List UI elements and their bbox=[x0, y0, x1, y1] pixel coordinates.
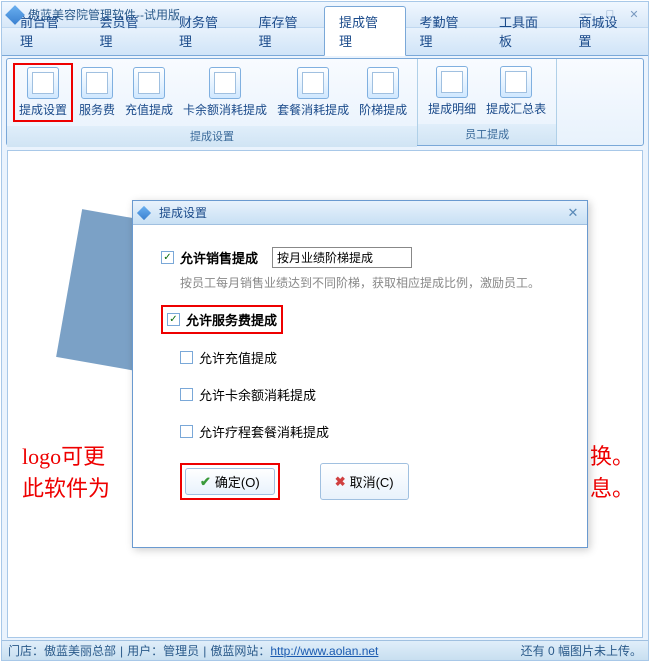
ribbon-icon bbox=[297, 67, 329, 99]
check-icon: ✔ bbox=[200, 474, 211, 490]
checkbox-opt-2[interactable] bbox=[180, 351, 193, 364]
ribbon-icon bbox=[367, 67, 399, 99]
ribbon-icon bbox=[133, 67, 165, 99]
ribbon-item-0-2[interactable]: 充值提成 bbox=[121, 63, 177, 122]
ribbon-icon bbox=[436, 66, 468, 98]
ribbon-label: 提成设置 bbox=[19, 101, 67, 118]
cancel-icon: ✖ bbox=[335, 474, 346, 490]
ribbon-icon bbox=[81, 67, 113, 99]
ribbon-icon bbox=[500, 66, 532, 98]
dialog-icon bbox=[137, 205, 151, 219]
status-user: 管理员 bbox=[163, 642, 199, 659]
ribbon-group-title: 员工提成 bbox=[418, 124, 556, 145]
tab-2[interactable]: 财务管理 bbox=[165, 7, 245, 55]
ribbon-label: 提成汇总表 bbox=[486, 100, 546, 117]
ribbon-icon bbox=[27, 67, 59, 99]
ribbon-item-1-1[interactable]: 提成汇总表 bbox=[482, 63, 550, 120]
label-opt-3[interactable]: 允许卡余额消耗提成 bbox=[199, 385, 316, 404]
checkbox-sales[interactable]: ✓ bbox=[161, 251, 174, 264]
tab-3[interactable]: 库存管理 bbox=[245, 7, 325, 55]
checkbox-opt-1[interactable]: ✓ bbox=[167, 313, 180, 326]
dialog-close-button[interactable]: ✕ bbox=[565, 205, 581, 221]
ribbon-item-0-5[interactable]: 阶梯提成 bbox=[355, 63, 411, 122]
ribbon-label: 服务费 bbox=[79, 101, 115, 118]
ribbon-item-0-4[interactable]: 套餐消耗提成 bbox=[273, 63, 353, 122]
tab-6[interactable]: 工具面板 bbox=[485, 7, 565, 55]
status-store-prefix: 门店： bbox=[8, 642, 44, 659]
tab-1[interactable]: 会员管理 bbox=[86, 7, 166, 55]
dialog-titlebar: 提成设置 ✕ bbox=[133, 201, 587, 225]
tab-7[interactable]: 商城设置 bbox=[565, 7, 645, 55]
ribbon-label: 提成明细 bbox=[428, 100, 476, 117]
ribbon-group-title: 提成设置 bbox=[7, 126, 417, 147]
status-site-prefix: 傲蓝网站： bbox=[210, 642, 270, 659]
checkbox-opt-4[interactable] bbox=[180, 425, 193, 438]
help-text: 按员工每月销售业绩达到不同阶梯，获取相应提成比例，激励员工。 bbox=[180, 274, 559, 291]
ok-label: 确定(O) bbox=[215, 472, 260, 491]
ribbon-item-0-0[interactable]: 提成设置 bbox=[13, 63, 73, 122]
ok-button[interactable]: ✔确定(O) bbox=[185, 468, 275, 495]
bg-text-1: logo可更 bbox=[22, 439, 105, 471]
bg-text-2b: 息。 bbox=[590, 471, 634, 503]
ribbon-label: 卡余额消耗提成 bbox=[183, 101, 267, 118]
label-opt-4[interactable]: 允许疗程套餐消耗提成 bbox=[199, 422, 329, 441]
tab-4[interactable]: 提成管理 bbox=[324, 6, 406, 56]
label-sales[interactable]: 允许销售提成 bbox=[180, 248, 258, 267]
dialog-title: 提成设置 bbox=[159, 204, 565, 221]
ribbon: 提成设置服务费充值提成卡余额消耗提成套餐消耗提成阶梯提成提成设置提成明细提成汇总… bbox=[6, 58, 644, 146]
ribbon-item-1-0[interactable]: 提成明细 bbox=[424, 63, 480, 120]
status-user-prefix: 用户： bbox=[127, 642, 163, 659]
main-tabstrip: 前台管理会员管理财务管理库存管理提成管理考勤管理工具面板商城设置 bbox=[2, 28, 648, 56]
cancel-label: 取消(C) bbox=[350, 472, 394, 491]
status-upload-info: 还有 0 幅图片未上传。 bbox=[521, 642, 642, 659]
status-site-link[interactable]: http://www.aolan.net bbox=[270, 644, 378, 658]
ribbon-item-0-3[interactable]: 卡余额消耗提成 bbox=[179, 63, 271, 122]
cancel-button[interactable]: ✖取消(C) bbox=[320, 463, 409, 500]
label-opt-1[interactable]: 允许服务费提成 bbox=[186, 310, 277, 329]
bg-text-1b: 换。 bbox=[590, 439, 634, 471]
ribbon-label: 套餐消耗提成 bbox=[277, 101, 349, 118]
dialog-commission-settings: 提成设置 ✕ ✓ 允许销售提成按月业绩阶梯提成按员工每月销售业绩达到不同阶梯，获取… bbox=[132, 200, 588, 548]
status-store: 傲蓝美丽总部 bbox=[44, 642, 116, 659]
ribbon-label: 充值提成 bbox=[125, 101, 173, 118]
tab-5[interactable]: 考勤管理 bbox=[406, 7, 486, 55]
label-opt-2[interactable]: 允许充值提成 bbox=[199, 348, 277, 367]
ribbon-label: 阶梯提成 bbox=[359, 101, 407, 118]
statusbar: 门店： 傲蓝美丽总部 | 用户： 管理员 | 傲蓝网站： http://www.… bbox=[2, 640, 648, 660]
select-sales-mode[interactable]: 按月业绩阶梯提成 bbox=[272, 247, 412, 268]
ribbon-icon bbox=[209, 67, 241, 99]
bg-text-2: 此软件为 bbox=[22, 471, 110, 503]
ribbon-item-0-1[interactable]: 服务费 bbox=[75, 63, 119, 122]
checkbox-opt-3[interactable] bbox=[180, 388, 193, 401]
